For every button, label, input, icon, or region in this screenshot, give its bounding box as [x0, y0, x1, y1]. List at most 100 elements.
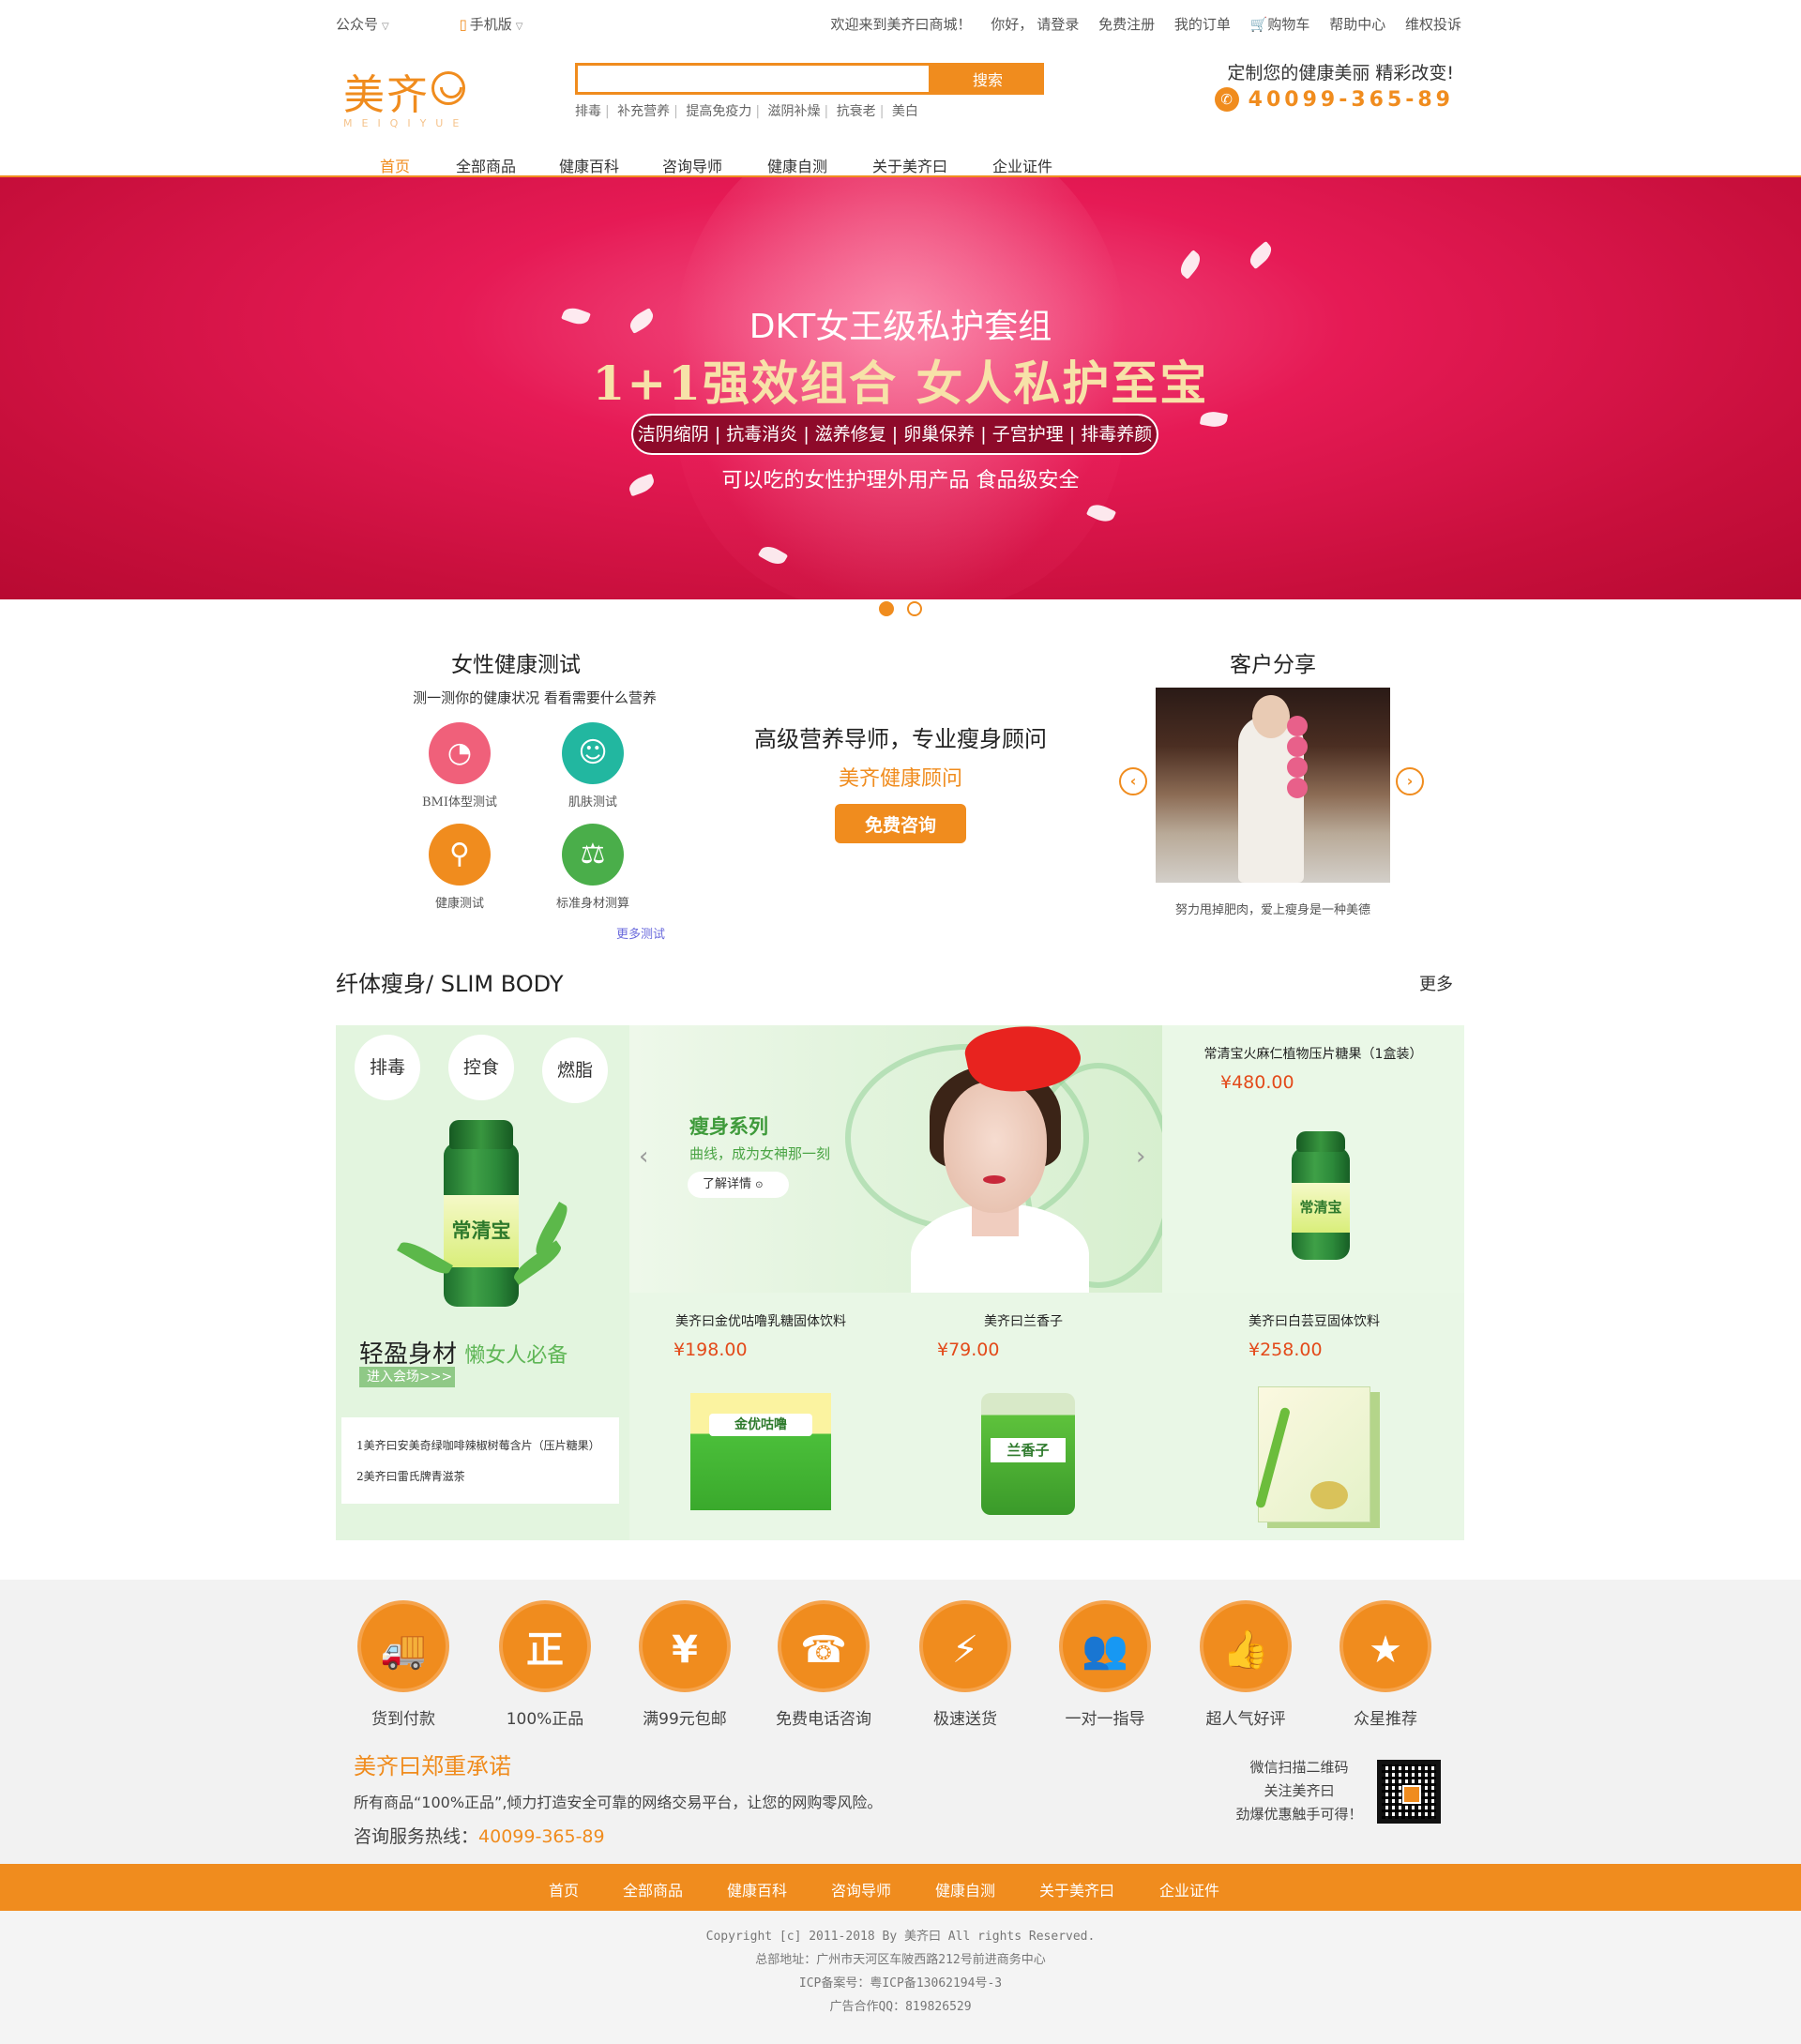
nav-self-test[interactable]: 健康自测: [767, 154, 827, 176]
section-title: 纤体瘦身/ SLIM BODY: [336, 971, 564, 997]
body-icon: ⚲: [429, 824, 491, 886]
qr-line: 微信扫描二维码: [1249, 1759, 1349, 1776]
product-jar: 兰香子: [981, 1393, 1075, 1515]
carousel-dot[interactable]: [879, 601, 894, 616]
footer-nav-all-products[interactable]: 全部商品: [623, 1878, 683, 1900]
promise-hotline: 咨询服务热线：40099-365-89: [354, 1823, 605, 1848]
star-badge-icon: ★: [1339, 1600, 1431, 1692]
nav-consultants[interactable]: 咨询导师: [662, 154, 722, 176]
service-item[interactable]: 🚚 货到付款: [338, 1600, 469, 1729]
box-label: 金优咕噜: [709, 1414, 812, 1436]
help-link[interactable]: 帮助中心: [1329, 16, 1385, 33]
carousel-dot[interactable]: [907, 601, 922, 616]
hot-keyword[interactable]: 美白: [892, 104, 918, 119]
search-input[interactable]: [575, 63, 931, 95]
slim-banner-title: 瘦身系列: [689, 1115, 768, 1138]
photo-balloon: [1287, 716, 1308, 736]
test-label: 标准身材测算: [555, 897, 629, 911]
enter-venue-button[interactable]: 进入会场>>>: [359, 1367, 455, 1387]
complaint-link[interactable]: 维权投诉: [1405, 16, 1461, 33]
service-label: 货到付款: [371, 1710, 435, 1729]
skin-test[interactable]: ☺ 肌肤测试: [527, 722, 658, 810]
service-item[interactable]: 👥 一对一指导: [1039, 1600, 1171, 1729]
mobile-icon: ▯: [459, 16, 467, 33]
hot-keyword[interactable]: 提高免疫力: [686, 104, 751, 119]
service-item[interactable]: ⚡ 极速送货: [900, 1600, 1031, 1729]
figure-test[interactable]: ⚖ 标准身材测算: [527, 824, 658, 911]
product-card[interactable]: 美齐曰金优咕噜乳糖固体饮料 ¥198.00 金优咕噜: [629, 1293, 892, 1540]
logo[interactable]: 美齐 MEIQIYUE: [343, 61, 468, 129]
bottle-label: 常清宝: [444, 1195, 519, 1267]
list-item[interactable]: 1美齐曰安美奇绿咖啡辣椒树莓含片（压片糖果）: [356, 1431, 619, 1461]
service-label: 超人气好评: [1205, 1710, 1286, 1729]
prev-arrow-icon[interactable]: ‹: [639, 1143, 648, 1171]
welcome-text: 欢迎来到美齐曰商城！: [830, 16, 972, 33]
slim-banner[interactable]: 瘦身系列 曲线，成为女神那一刻 了解详情 ⊙ ‹ ›: [629, 1025, 1162, 1293]
service-label: 满99元包邮: [643, 1710, 727, 1729]
product-name: 美齐曰兰香子: [984, 1314, 1063, 1329]
footer-nav-consultants[interactable]: 咨询导师: [831, 1878, 891, 1900]
chevron-down-icon: ⊙: [755, 1180, 764, 1190]
service-item[interactable]: 正 100%正品: [479, 1600, 611, 1729]
prev-arrow-icon[interactable]: ‹: [1119, 767, 1147, 795]
model-face: [944, 1082, 1047, 1213]
customer-photo[interactable]: [1156, 688, 1390, 883]
hero-banner[interactable]: DKT女王级私护套组 1+1强效组合 女人私护至宝 洁阴缩阴 | 抗毒消炎 | …: [0, 177, 1801, 599]
footer-nav-self-test[interactable]: 健康自测: [935, 1878, 995, 1900]
banner-features: 洁阴缩阴 | 抗毒消炎 | 滋养修复 | 卵巢保养 | 子宫护理 | 排毒养颜: [631, 414, 1158, 455]
footer-nav-home[interactable]: 首页: [549, 1878, 579, 1900]
product-card[interactable]: 美齐曰兰香子 ¥79.00 兰香子: [892, 1293, 1155, 1540]
service-item[interactable]: ☎ 免费电话咨询: [758, 1600, 889, 1729]
footer-nav-certificates[interactable]: 企业证件: [1159, 1878, 1219, 1900]
product-bottle: 常清宝: [1292, 1131, 1350, 1260]
product-card[interactable]: 常清宝火麻仁植物压片糖果（1盒装） ¥480.00 常清宝: [1162, 1025, 1464, 1293]
header: 美齐 MEIQIYUE 搜索 排毒 | 补充营养 | 提高免疫力 | 滋阴补燥 | 抗衰…: [336, 52, 1461, 145]
cart-link[interactable]: 🛒购物车: [1250, 16, 1310, 33]
box-bean: [1310, 1481, 1348, 1509]
slim-feature-panel[interactable]: 排毒 控食 燃脂 常清宝 轻盈身材 懒女人必备 进入会场>>> 1美齐曰安美奇绿…: [336, 1025, 629, 1540]
free-consult-button[interactable]: 免费咨询: [835, 804, 966, 843]
icp: ICP备案号：粤ICP备13062194号-3: [798, 1976, 1003, 1991]
carousel-dots: [872, 601, 929, 620]
register-link[interactable]: 免费注册: [1098, 16, 1155, 33]
hot-keyword[interactable]: 滋阴补燥: [768, 104, 821, 119]
photo-balloon: [1287, 736, 1308, 757]
tag-fat-burn[interactable]: 燃脂: [542, 1037, 608, 1103]
hot-keyword[interactable]: 排毒: [575, 104, 601, 119]
nav-health-wiki[interactable]: 健康百科: [559, 154, 619, 176]
service-item[interactable]: ★ 众星推荐: [1320, 1600, 1451, 1729]
health-test-title: 女性健康测试: [451, 653, 581, 677]
next-arrow-icon[interactable]: ›: [1396, 767, 1424, 795]
login-link[interactable]: 请登录: [1037, 16, 1079, 33]
product-bottle: 常清宝: [444, 1119, 519, 1307]
learn-more-button[interactable]: 了解详情 ⊙: [688, 1172, 789, 1198]
orders-link[interactable]: 我的订单: [1174, 16, 1231, 33]
footer-nav-about[interactable]: 关于美齐曰: [1039, 1878, 1114, 1900]
service-item[interactable]: 👍 超人气好评: [1180, 1600, 1311, 1729]
search-button[interactable]: 搜索: [931, 63, 1044, 95]
service-item[interactable]: ¥ 满99元包邮: [619, 1600, 750, 1729]
hot-keyword[interactable]: 抗衰老: [837, 104, 876, 119]
tag-appetite[interactable]: 控食: [448, 1035, 514, 1100]
nav-all-products[interactable]: 全部商品: [456, 154, 516, 176]
mobile-link[interactable]: ▯ 手机版 ▽: [460, 16, 523, 33]
footer-nav-health-wiki[interactable]: 健康百科: [727, 1878, 787, 1900]
bmi-test[interactable]: ◔ BMI体型测试: [394, 722, 525, 810]
bottle-cap: [1295, 1131, 1346, 1152]
ad-qq: 广告合作QQ：819826529: [829, 2000, 972, 2014]
wechat-link[interactable]: 公众号 ▽: [336, 16, 389, 33]
share-caption: 努力甩掉肥肉，爱上瘦身是一种美德: [1174, 903, 1370, 917]
next-arrow-icon[interactable]: ›: [1136, 1143, 1145, 1171]
section-more-link[interactable]: 更多: [1419, 971, 1453, 995]
health-check-test[interactable]: ⚲ 健康测试: [394, 824, 525, 911]
nav-certificates[interactable]: 企业证件: [992, 154, 1052, 176]
list-item[interactable]: 2美齐曰雷氏牌青滋茶: [356, 1461, 619, 1492]
hot-keyword[interactable]: 补充营养: [617, 104, 670, 119]
product-card[interactable]: 美齐曰白芸豆固体饮料 ¥258.00: [1155, 1293, 1464, 1540]
test-label: 健康测试: [434, 897, 484, 911]
more-tests-link[interactable]: 更多测试: [616, 924, 665, 942]
nav-about[interactable]: 关于美齐曰: [872, 154, 947, 176]
cart-icon: 🛒: [1249, 16, 1268, 33]
photo-head: [1252, 695, 1290, 738]
tag-detox[interactable]: 排毒: [355, 1035, 420, 1100]
